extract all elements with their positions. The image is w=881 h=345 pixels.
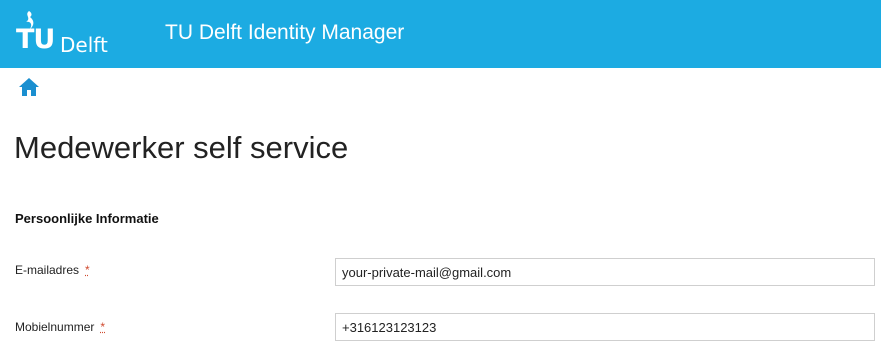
required-marker: * (100, 320, 106, 334)
required-marker: * (85, 263, 90, 277)
mobile-label-text: Mobielnummer (15, 320, 95, 334)
email-label: E-mailadres * (15, 264, 90, 276)
mobile-field[interactable] (335, 313, 875, 341)
email-label-text: E-mailadres (15, 263, 80, 277)
home-link[interactable] (18, 77, 40, 97)
top-bar: TU Delft TU Delft Identity Manager (0, 0, 881, 68)
tu-delft-logo[interactable]: TU Delft (8, 10, 128, 60)
page-title: Medewerker self service (14, 130, 349, 165)
mobile-label: Mobielnummer * (15, 321, 105, 333)
home-icon (19, 78, 39, 96)
logo-mark: TU (16, 24, 55, 55)
logo-word: Delft (60, 33, 108, 57)
section-title: Persoonlijke Informatie (15, 211, 159, 226)
app-title: TU Delft Identity Manager (165, 21, 405, 44)
email-field[interactable] (335, 258, 875, 286)
